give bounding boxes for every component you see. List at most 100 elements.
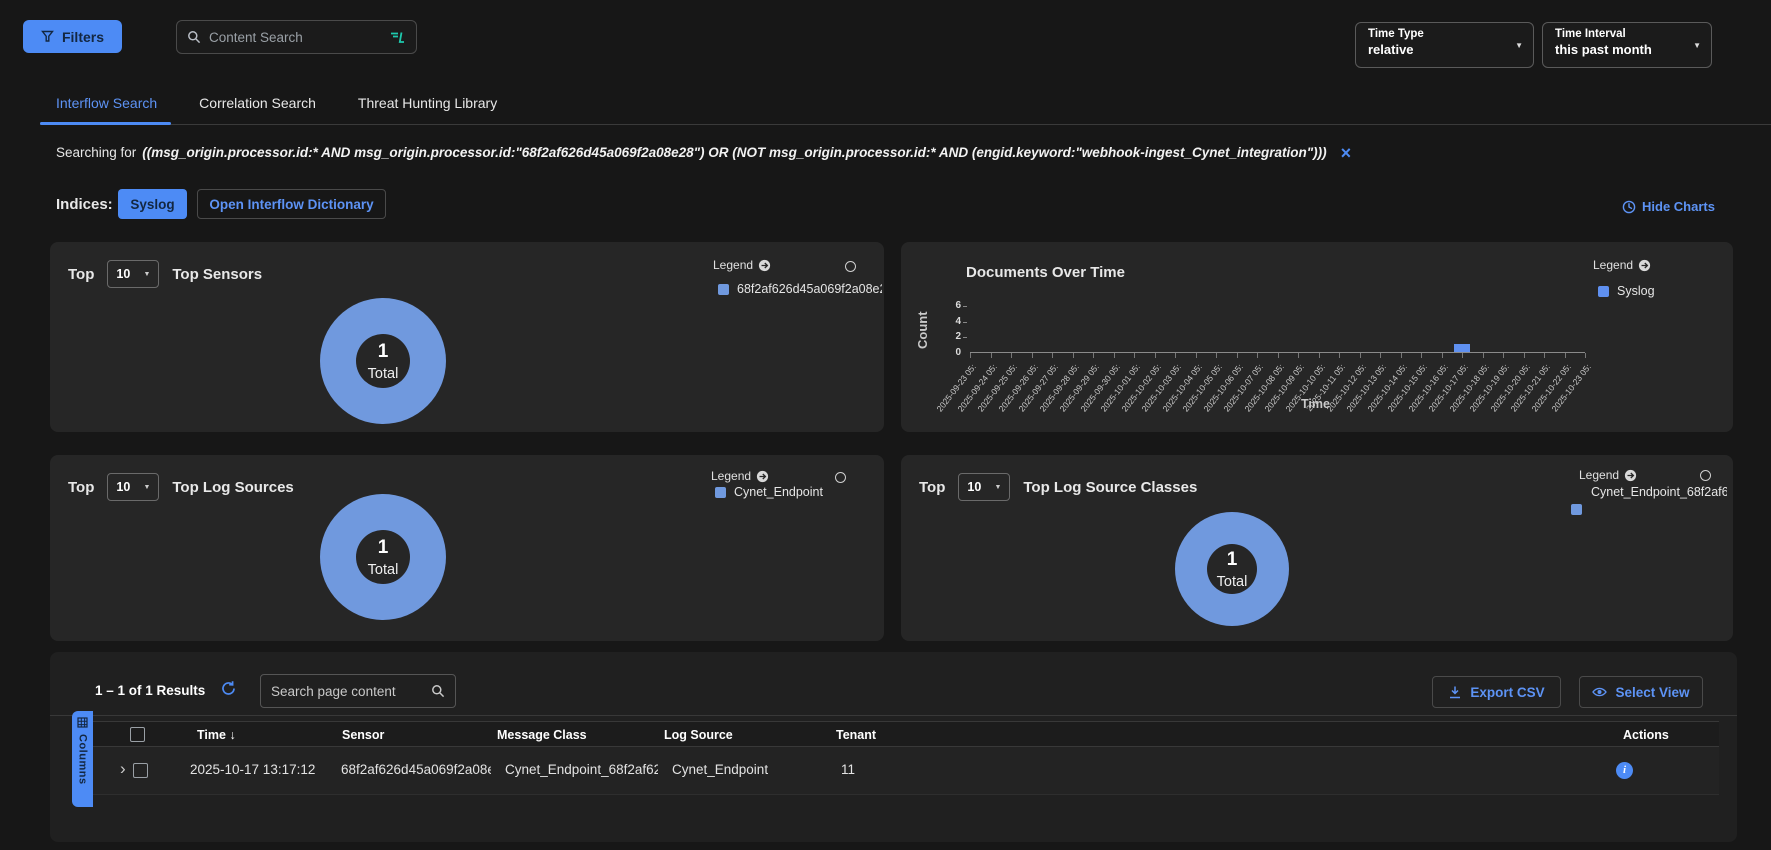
top-log-source-classes-donut[interactable]: 1 Total xyxy=(1175,512,1289,626)
export-csv-button[interactable]: Export CSV xyxy=(1432,676,1561,708)
cell-message-class: Cynet_Endpoint_68f2af626d45a069f2a08e28 xyxy=(505,762,658,777)
indices-label: Indices: xyxy=(56,196,113,213)
search-icon xyxy=(431,684,445,698)
tab-interflow-search[interactable]: Interflow Search xyxy=(56,95,157,111)
legend-swatch[interactable] xyxy=(1571,504,1582,515)
info-icon[interactable]: i xyxy=(1616,762,1633,779)
panel-title: Top Log Source Classes xyxy=(1023,479,1197,496)
top-sensors-donut[interactable]: 1 Total xyxy=(320,298,446,424)
cell-time: 2025-10-17 13:17:12 xyxy=(190,762,315,777)
expand-circle-icon[interactable] xyxy=(835,472,846,483)
donut-total-label: Total xyxy=(1217,574,1248,590)
top-count-select[interactable]: 10 ▼ xyxy=(958,473,1010,501)
top-label: Top xyxy=(919,479,945,496)
legend-arrow-icon xyxy=(756,470,769,483)
open-interflow-dictionary-button[interactable]: Open Interflow Dictionary xyxy=(197,189,386,219)
top-sensors-panel: Top 10 ▼ Top Sensors Legend 68f2af626d45… xyxy=(50,242,884,432)
content-search-input[interactable] xyxy=(209,30,382,45)
top-label: Top xyxy=(68,266,94,283)
hide-charts-button[interactable]: Hide Charts xyxy=(1622,199,1715,214)
legend-swatch xyxy=(718,284,729,295)
refresh-icon[interactable] xyxy=(220,680,237,697)
legend-item[interactable]: Syslog xyxy=(1598,284,1655,298)
hide-charts-icon xyxy=(1622,200,1636,214)
time-type-value: relative xyxy=(1368,42,1507,57)
filter-funnel-icon xyxy=(41,30,54,43)
query-builder-icon[interactable] xyxy=(390,31,406,44)
column-header-sensor[interactable]: Sensor xyxy=(342,728,384,742)
chevron-down-icon: ▼ xyxy=(143,271,150,278)
top-count-select[interactable]: 10 ▼ xyxy=(107,473,159,501)
time-type-dropdown[interactable]: Time Type relative ▼ xyxy=(1355,22,1534,68)
table-row[interactable]: › 2025-10-17 13:17:12 68f2af626d45a069f2… xyxy=(93,747,1719,795)
legend-arrow-icon xyxy=(758,259,771,272)
filters-button[interactable]: Filters xyxy=(23,20,122,53)
bar-2025-10-17 05:[interactable] xyxy=(1454,344,1470,352)
columns-button[interactable]: Columns xyxy=(72,711,93,807)
eye-icon xyxy=(1592,686,1607,698)
time-type-label: Time Type xyxy=(1368,28,1507,40)
hide-charts-label: Hide Charts xyxy=(1642,199,1715,214)
cell-sensor: 68f2af626d45a069f2a08e28 xyxy=(341,762,491,777)
content-search-box[interactable] xyxy=(176,20,417,54)
panel-title: Top Log Sources xyxy=(172,479,293,496)
tab-correlation-search[interactable]: Correlation Search xyxy=(199,95,316,111)
legend-arrow-icon xyxy=(1638,259,1651,272)
row-expand-icon[interactable]: › xyxy=(120,759,126,779)
tab-threat-hunting-library[interactable]: Threat Hunting Library xyxy=(358,95,497,111)
chevron-down-icon: ▼ xyxy=(994,484,1001,491)
y-axis-label: Count xyxy=(915,311,930,349)
expand-circle-icon[interactable] xyxy=(1700,470,1711,481)
columns-grid-icon xyxy=(77,717,88,728)
page-search-input[interactable] xyxy=(271,684,425,699)
donut-total: 1 xyxy=(1227,549,1238,571)
expand-circle-icon[interactable] xyxy=(845,261,856,272)
top-log-sources-donut[interactable]: 1 Total xyxy=(320,494,446,620)
time-interval-value: this past month xyxy=(1555,42,1685,57)
time-interval-label: Time Interval xyxy=(1555,28,1685,40)
legend-item[interactable]: 68f2af626d45a069f2a08e28 xyxy=(718,282,882,296)
chevron-down-icon: ▼ xyxy=(1515,41,1523,50)
panel-title: Documents Over Time xyxy=(966,264,1125,281)
results-panel: 1 – 1 of 1 Results Export CSV Select Vie… xyxy=(50,652,1737,842)
legend-toggle[interactable]: Legend xyxy=(713,258,771,272)
legend-swatch xyxy=(715,487,726,498)
column-header-log-source[interactable]: Log Source xyxy=(664,728,733,742)
chevron-down-icon: ▼ xyxy=(143,484,150,491)
select-view-button[interactable]: Select View xyxy=(1579,676,1703,708)
top-label: Top xyxy=(68,479,94,496)
legend-toggle[interactable]: Legend xyxy=(1593,258,1651,272)
x-axis-label: Time xyxy=(1301,397,1330,411)
search-summary-prefix: Searching for xyxy=(56,145,136,160)
documents-over-time-panel: Documents Over Time Legend Syslog Count … xyxy=(901,242,1733,432)
legend-item-label: Cynet_Endpoint_68f2af626d45a069f2a08e28 xyxy=(1591,485,1727,499)
column-header-message-class[interactable]: Message Class xyxy=(497,728,587,742)
donut-total: 1 xyxy=(378,537,389,559)
row-checkbox[interactable] xyxy=(133,763,148,778)
divider xyxy=(50,715,1737,716)
legend-item[interactable]: Cynet_Endpoint xyxy=(715,485,823,499)
top-count-select[interactable]: 10 ▼ xyxy=(107,260,159,288)
table-header: Time ↓ Sensor Message Class Log Source T… xyxy=(93,721,1719,747)
clear-search-icon[interactable]: × xyxy=(1341,147,1352,159)
search-summary: Searching for ((msg_origin.processor.id:… xyxy=(56,145,1351,160)
donut-total: 1 xyxy=(378,341,389,363)
time-interval-dropdown[interactable]: Time Interval this past month ▼ xyxy=(1542,22,1712,68)
legend-arrow-icon xyxy=(1624,469,1637,482)
column-header-tenant[interactable]: Tenant xyxy=(836,728,876,742)
filters-label: Filters xyxy=(62,29,104,45)
index-syslog-button[interactable]: Syslog xyxy=(118,189,187,219)
search-query: ((msg_origin.processor.id:* AND msg_orig… xyxy=(142,145,1326,160)
donut-total-label: Total xyxy=(368,562,399,578)
select-all-checkbox[interactable] xyxy=(130,727,145,742)
column-header-time[interactable]: Time ↓ xyxy=(197,728,236,742)
panel-title: Top Sensors xyxy=(172,266,262,283)
column-header-actions: Actions xyxy=(1623,728,1669,742)
page-search-box[interactable] xyxy=(260,674,456,708)
download-icon xyxy=(1448,685,1462,699)
legend-toggle[interactable]: Legend xyxy=(1579,468,1637,482)
legend-toggle[interactable]: Legend xyxy=(711,469,769,483)
cell-log-source: Cynet_Endpoint xyxy=(672,762,768,777)
cell-tenant: 11 xyxy=(841,762,855,777)
results-summary: 1 – 1 of 1 Results xyxy=(95,683,205,698)
